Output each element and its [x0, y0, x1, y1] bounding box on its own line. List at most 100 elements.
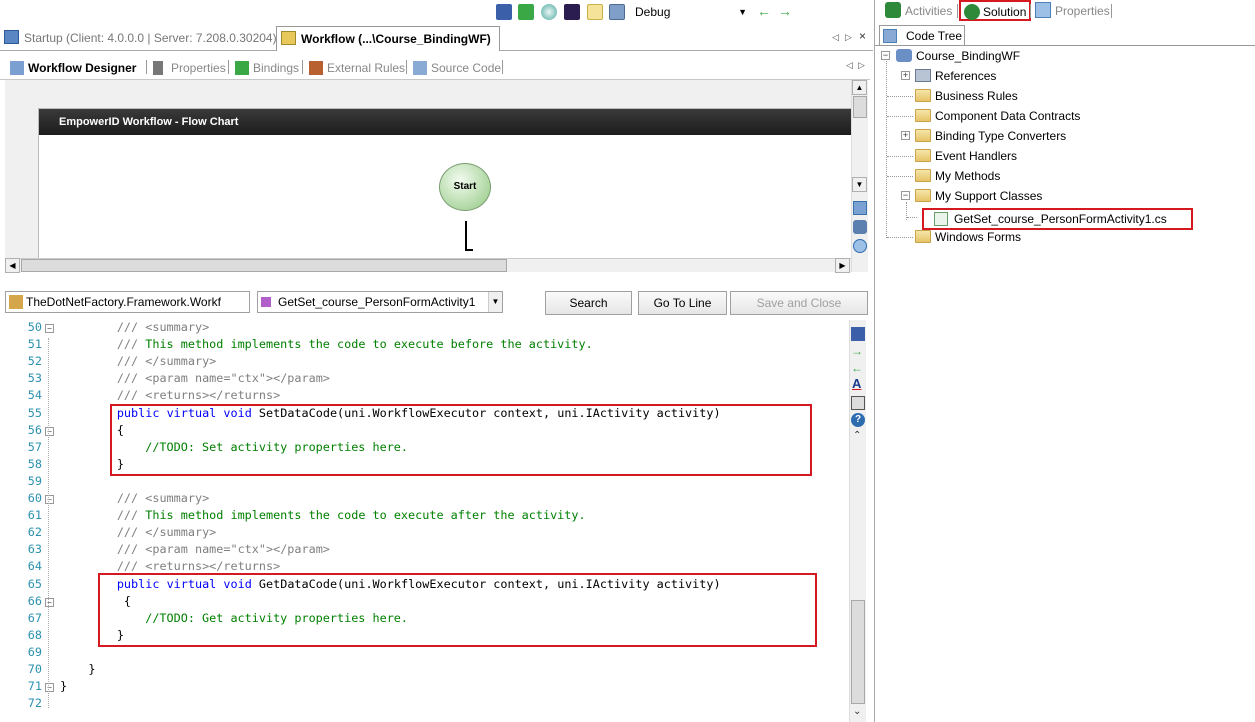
new-item-icon[interactable]	[587, 4, 603, 20]
code-tree-icon	[883, 29, 897, 43]
fold-toggle-icon[interactable]: −	[45, 683, 54, 693]
properties-icon	[153, 61, 163, 75]
forward-arrow-icon[interactable]: →	[851, 344, 863, 358]
code-line[interactable]: 62 /// </summary>	[0, 525, 849, 542]
hierarchy-icon[interactable]	[851, 396, 865, 410]
code-line[interactable]: 69	[0, 645, 849, 662]
close-icon[interactable]: ×	[859, 29, 866, 43]
tab-workflow[interactable]: Workflow (...\Course_BindingWF)	[276, 26, 500, 51]
line-number: 72	[27, 696, 42, 711]
code-line[interactable]: 61 /// This method implements the code t…	[0, 508, 849, 525]
save-icon[interactable]	[496, 4, 512, 20]
code-editor[interactable]: 50− /// <summary> 51 /// This method impl…	[0, 320, 849, 722]
tree-guide	[886, 54, 887, 238]
tree-item[interactable]: My Methods	[915, 167, 1000, 185]
zoom-fit-icon[interactable]	[853, 201, 867, 215]
code-line[interactable]: 71−}	[0, 679, 849, 696]
scroll-up-icon[interactable]: ▲	[852, 80, 867, 95]
tab-solution[interactable]: Solution	[959, 0, 1032, 21]
scroll-thumb[interactable]	[851, 600, 865, 704]
chevron-down-icon[interactable]: ▼	[488, 292, 502, 312]
tree-root[interactable]: Course_BindingWF	[896, 47, 1020, 65]
tree-item[interactable]: Component Data Contracts	[915, 107, 1080, 125]
find-icon[interactable]	[853, 220, 867, 234]
scroll-thumb[interactable]	[21, 259, 507, 272]
tree-collapse-icon[interactable]: −	[881, 51, 890, 60]
code-line[interactable]: 51 /// This method implements the code t…	[0, 337, 849, 354]
code-line[interactable]: 63 /// <param name="ctx"></param>	[0, 542, 849, 559]
scroll-thumb[interactable]	[853, 96, 867, 118]
fold-toggle-icon[interactable]: −	[45, 597, 54, 607]
tab-source-code[interactable]: Source Code	[411, 59, 505, 79]
start-node[interactable]: Start	[439, 163, 491, 211]
tree-item-file[interactable]: GetSet_course_PersonFormActivity1.cs	[922, 208, 1193, 230]
flow-chart-title: EmpowerID Workflow - Flow Chart	[39, 109, 851, 135]
line-number: 71	[27, 679, 42, 694]
code-line[interactable]: 50− /// <summary>	[0, 320, 849, 337]
scroll-subtabs-right-icon[interactable]: ▷	[858, 60, 865, 71]
tab-activities[interactable]: Activities	[881, 0, 956, 22]
fold-toggle-icon[interactable]: −	[45, 426, 54, 436]
save-and-close-button[interactable]: Save and Close	[730, 291, 868, 315]
tab-properties[interactable]: Properties	[151, 59, 230, 79]
tab-external-rules[interactable]: External Rules	[307, 59, 409, 79]
tree-item[interactable]: Binding Type Converters	[915, 127, 1066, 145]
zoom-icon[interactable]	[853, 239, 867, 253]
tree-item[interactable]: Business Rules	[915, 87, 1018, 105]
go-to-line-button[interactable]: Go To Line	[638, 291, 727, 315]
scroll-right-icon[interactable]: ▶	[835, 258, 850, 273]
configuration-select[interactable]: Debug ▼	[630, 2, 750, 21]
save-icon[interactable]	[851, 327, 865, 341]
check-icon[interactable]	[518, 4, 534, 20]
tree-item[interactable]: My Support Classes	[915, 187, 1042, 205]
code-line[interactable]: 70 }	[0, 662, 849, 679]
member-combo[interactable]: GetSet_course_PersonFormActivity1 ▼	[257, 291, 503, 313]
font-icon[interactable]: A	[852, 376, 861, 391]
back-arrow-icon[interactable]: ←	[851, 361, 863, 375]
back-arrow-icon[interactable]: ←	[757, 4, 773, 20]
scroll-down-icon[interactable]: ▼	[852, 177, 867, 192]
tree-expand-icon[interactable]: +	[901, 71, 910, 80]
tab-code-tree[interactable]: Code Tree	[879, 25, 965, 45]
code-line[interactable]: 72	[0, 696, 849, 713]
tree-item[interactable]: Event Handlers	[915, 147, 1017, 165]
code-line[interactable]: 54 /// <returns></returns>	[0, 388, 849, 405]
tree-guide	[887, 156, 913, 157]
code-line[interactable]: 53 /// <param name="ctx"></param>	[0, 371, 849, 388]
tree-item[interactable]: References	[915, 67, 996, 85]
designer-vertical-scrollbar[interactable]: ▲ ▼	[851, 80, 868, 272]
tab-separator	[406, 60, 407, 74]
tab-bindings[interactable]: Bindings	[233, 59, 303, 79]
tree-expand-icon[interactable]: +	[901, 131, 910, 140]
scroll-tabs-right-icon[interactable]: ▷	[845, 32, 852, 43]
designer-horizontal-scrollbar[interactable]: ◀ ▶	[5, 258, 851, 273]
fold-toggle-icon[interactable]: −	[45, 324, 54, 333]
visual-studio-icon[interactable]	[564, 4, 580, 20]
chevron-up-icon[interactable]: ⌃	[853, 430, 861, 441]
code-line[interactable]: 59	[0, 474, 849, 491]
scroll-subtabs-left-icon[interactable]: ◁	[846, 60, 853, 71]
line-number: 70	[27, 662, 42, 676]
fold-toggle-icon[interactable]: −	[45, 495, 54, 504]
code-text: /// <summary>	[116, 320, 210, 334]
class-combo[interactable]: TheDotNetFactory.Framework.Workf	[5, 291, 250, 313]
tree-collapse-icon[interactable]: −	[901, 191, 910, 200]
designer-canvas[interactable]: EmpowerID Workflow - Flow Chart Start	[5, 80, 851, 258]
help-icon[interactable]: ?	[851, 413, 865, 427]
line-number: 64	[27, 559, 42, 574]
tab-properties-panel[interactable]: Properties	[1031, 0, 1114, 22]
tree-item[interactable]: Windows Forms	[915, 228, 1021, 246]
scroll-tabs-left-icon[interactable]: ◁	[832, 32, 839, 43]
scroll-left-icon[interactable]: ◀	[5, 258, 20, 273]
code-line[interactable]: 60− /// <summary>	[0, 491, 849, 508]
tab-startup[interactable]: Startup (Client: 4.0.0.0 | Server: 7.208…	[0, 26, 277, 51]
windows-icon[interactable]	[609, 4, 625, 20]
chevron-down-icon[interactable]: ⌄	[853, 706, 861, 717]
code-text: /// <returns></returns>	[116, 559, 281, 574]
highlight-setdatacode	[110, 404, 812, 476]
code-line[interactable]: 52 /// </summary>	[0, 354, 849, 371]
forward-arrow-icon[interactable]: →	[778, 4, 794, 20]
tab-workflow-designer[interactable]: Workflow Designer	[8, 59, 140, 79]
run-icon[interactable]	[541, 4, 557, 20]
search-button[interactable]: Search	[545, 291, 632, 315]
